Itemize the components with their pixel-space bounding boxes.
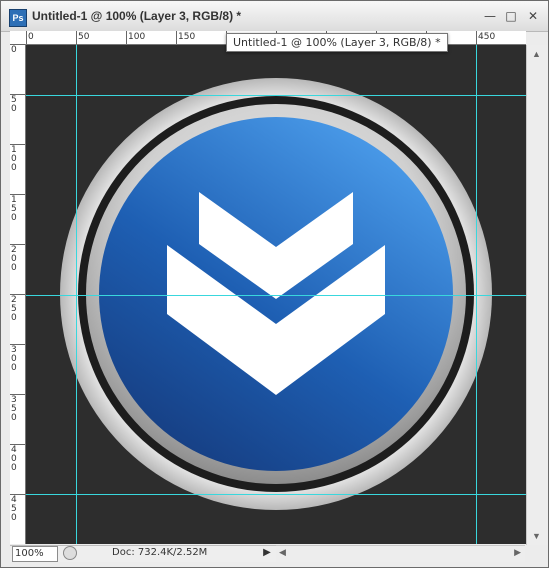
scroll-left-arrow-icon[interactable]: ◀ xyxy=(279,547,286,558)
horizontal-scrollbar[interactable]: ◀ ▶ xyxy=(276,545,525,562)
vertical-ruler[interactable]: 0 5 0 1 0 0 1 5 0 2 0 0 2 5 0 3 0 0 3 5 … xyxy=(10,44,26,544)
ruler-label: 150 xyxy=(178,32,196,42)
minimize-button[interactable]: — xyxy=(481,8,499,24)
horizontal-guide[interactable] xyxy=(26,295,526,296)
photoshop-app-icon: Ps xyxy=(9,9,27,27)
ruler-label: 2 0 0 xyxy=(11,245,17,273)
close-button[interactable]: ✕ xyxy=(524,8,542,24)
vertical-scrollbar[interactable]: ▲ ▼ xyxy=(526,45,548,545)
ruler-tick xyxy=(26,31,27,44)
scroll-down-arrow-icon[interactable]: ▼ xyxy=(532,531,541,541)
ruler-label: 0 xyxy=(11,45,17,55)
ruler-label: 450 xyxy=(478,32,496,42)
ruler-tick xyxy=(176,31,177,44)
ruler-label: 2 5 0 xyxy=(11,295,17,323)
ruler-label: 5 0 xyxy=(11,95,17,114)
horizontal-guide[interactable] xyxy=(26,494,526,495)
ruler-tick xyxy=(126,31,127,44)
ruler-label: 3 0 0 xyxy=(11,345,17,373)
document-size-info: Doc: 732.4K/2.52M xyxy=(112,547,208,558)
scroll-right-arrow-icon[interactable]: ▶ xyxy=(514,547,521,558)
title-bar[interactable]: Ps Untitled-1 @ 100% (Layer 3, RGB/8) * … xyxy=(1,1,548,32)
horizontal-guide[interactable] xyxy=(26,95,526,96)
ruler-label: 3 5 0 xyxy=(11,395,17,423)
ruler-label: 0 xyxy=(28,32,34,42)
zoom-level-field[interactable]: 100% xyxy=(12,546,58,562)
ruler-label: 1 0 0 xyxy=(11,145,17,173)
ruler-tick xyxy=(476,31,477,44)
document-window: Ps Untitled-1 @ 100% (Layer 3, RGB/8) * … xyxy=(0,0,549,568)
ruler-label: 100 xyxy=(128,32,146,42)
ruler-label: 4 5 0 xyxy=(11,495,17,523)
document-title: Untitled-1 @ 100% (Layer 3, RGB/8) * xyxy=(32,9,242,23)
title-tooltip: Untitled-1 @ 100% (Layer 3, RGB/8) * xyxy=(226,33,448,52)
ruler-label: 4 0 0 xyxy=(11,445,17,473)
version-cue-icon[interactable] xyxy=(63,546,77,560)
maximize-button[interactable]: □ xyxy=(502,8,520,24)
ruler-tick xyxy=(76,31,77,44)
status-bar: 100% Doc: 732.4K/2.52M ▶ xyxy=(10,545,276,562)
ruler-label: 1 5 0 xyxy=(11,195,17,223)
ruler-origin[interactable] xyxy=(10,31,27,45)
scroll-up-arrow-icon[interactable]: ▲ xyxy=(532,49,541,59)
document-canvas[interactable] xyxy=(26,45,526,544)
ruler-label: 50 xyxy=(78,32,90,42)
status-menu-arrow-icon[interactable]: ▶ xyxy=(262,546,272,560)
